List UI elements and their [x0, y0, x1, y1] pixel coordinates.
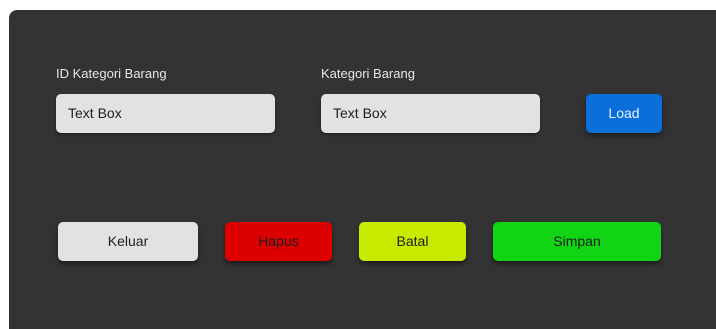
load-button[interactable]: Load	[586, 94, 662, 133]
form-panel: ID Kategori Barang Text Box Kategori Bar…	[9, 10, 716, 329]
id-kategori-label: ID Kategori Barang	[56, 66, 167, 81]
kategori-label: Kategori Barang	[321, 66, 415, 81]
simpan-button[interactable]: Simpan	[493, 222, 661, 261]
batal-button[interactable]: Batal	[359, 222, 466, 261]
id-kategori-input[interactable]: Text Box	[56, 94, 275, 133]
hapus-button[interactable]: Hapus	[225, 222, 332, 261]
kategori-input[interactable]: Text Box	[321, 94, 540, 133]
keluar-button[interactable]: Keluar	[58, 222, 198, 261]
